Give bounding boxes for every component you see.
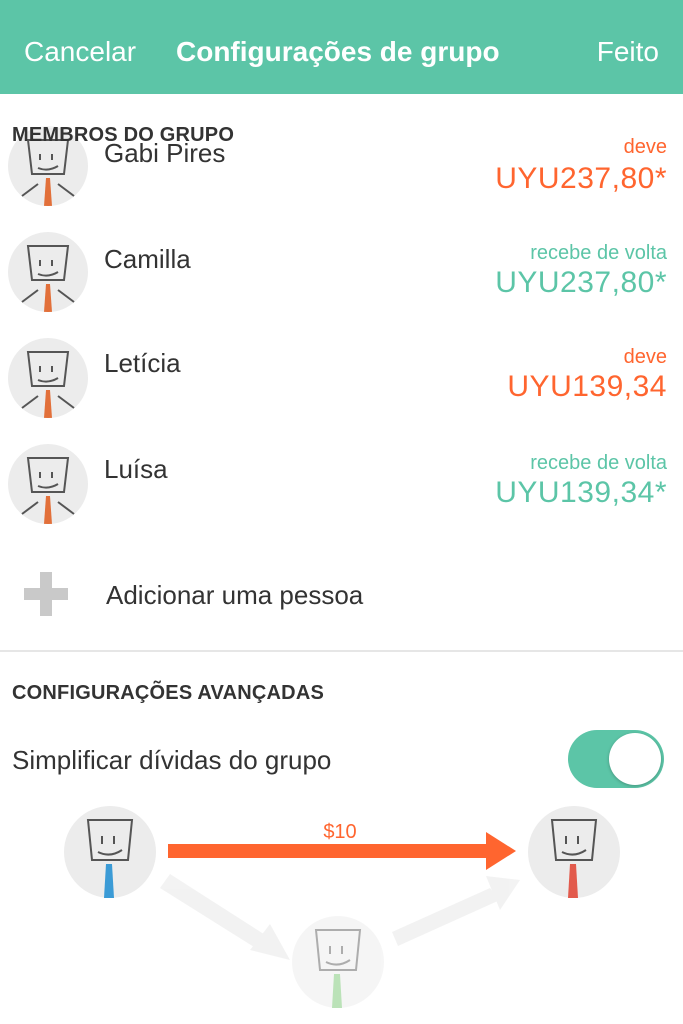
simplify-debts-diagram: $10 <box>64 806 620 1008</box>
member-amount: UYU139,34* <box>495 476 667 509</box>
payment-amount-label: $10 <box>323 821 356 843</box>
member-name: Camilla <box>104 244 191 274</box>
member-name: Luísa <box>104 454 168 484</box>
list-item-member-2[interactable]: Camilla recebe de volta UYU237,80* <box>0 222 683 322</box>
member-status: deve <box>623 346 667 368</box>
toggle-knob <box>609 733 661 785</box>
member-name: Letícia <box>104 348 181 378</box>
avatar-bottom <box>292 916 384 1008</box>
avatar-left <box>64 806 156 898</box>
avatar <box>8 444 88 524</box>
person-sketch-icon <box>21 245 75 312</box>
plus-icon <box>24 572 68 616</box>
avatar <box>8 232 88 312</box>
simplify-debts-toggle[interactable] <box>568 730 664 788</box>
member-status: recebe de volta <box>530 242 667 264</box>
faded-arrow-right-icon <box>392 876 520 946</box>
avatar-right <box>528 806 620 898</box>
member-amount: UYU237,80* <box>495 162 667 195</box>
list-item-member-4[interactable]: Luísa recebe de volta UYU139,34* <box>0 434 683 534</box>
scroll-fade <box>0 94 683 128</box>
simplify-debts-label: Simplificar dívidas do grupo <box>12 745 332 775</box>
members-section-header: MEMBROS DO GRUPO <box>12 124 235 146</box>
page-title: Configurações de grupo <box>176 36 500 67</box>
person-sketch-icon <box>21 457 75 524</box>
member-amount: UYU139,34 <box>507 370 667 403</box>
add-person-button[interactable]: Adicionar uma pessoa <box>0 560 683 630</box>
list-item-member-3[interactable]: Letícia deve UYU139,34 <box>0 328 683 428</box>
member-status: recebe de volta <box>530 452 667 474</box>
person-sketch-icon <box>21 351 75 418</box>
member-status: deve <box>623 136 667 158</box>
done-button[interactable]: Feito <box>597 36 659 68</box>
add-person-label: Adicionar uma pessoa <box>106 580 364 610</box>
navigation-bar: Cancelar Configurações de grupo Feito <box>0 0 683 94</box>
avatar <box>8 338 88 418</box>
advanced-section-header: CONFIGURAÇÕES AVANÇADAS <box>12 682 325 704</box>
cancel-button[interactable]: Cancelar <box>24 36 136 68</box>
section-divider <box>0 650 683 652</box>
faded-arrow-left-icon <box>160 874 290 960</box>
member-amount: UYU237,80* <box>495 266 667 299</box>
